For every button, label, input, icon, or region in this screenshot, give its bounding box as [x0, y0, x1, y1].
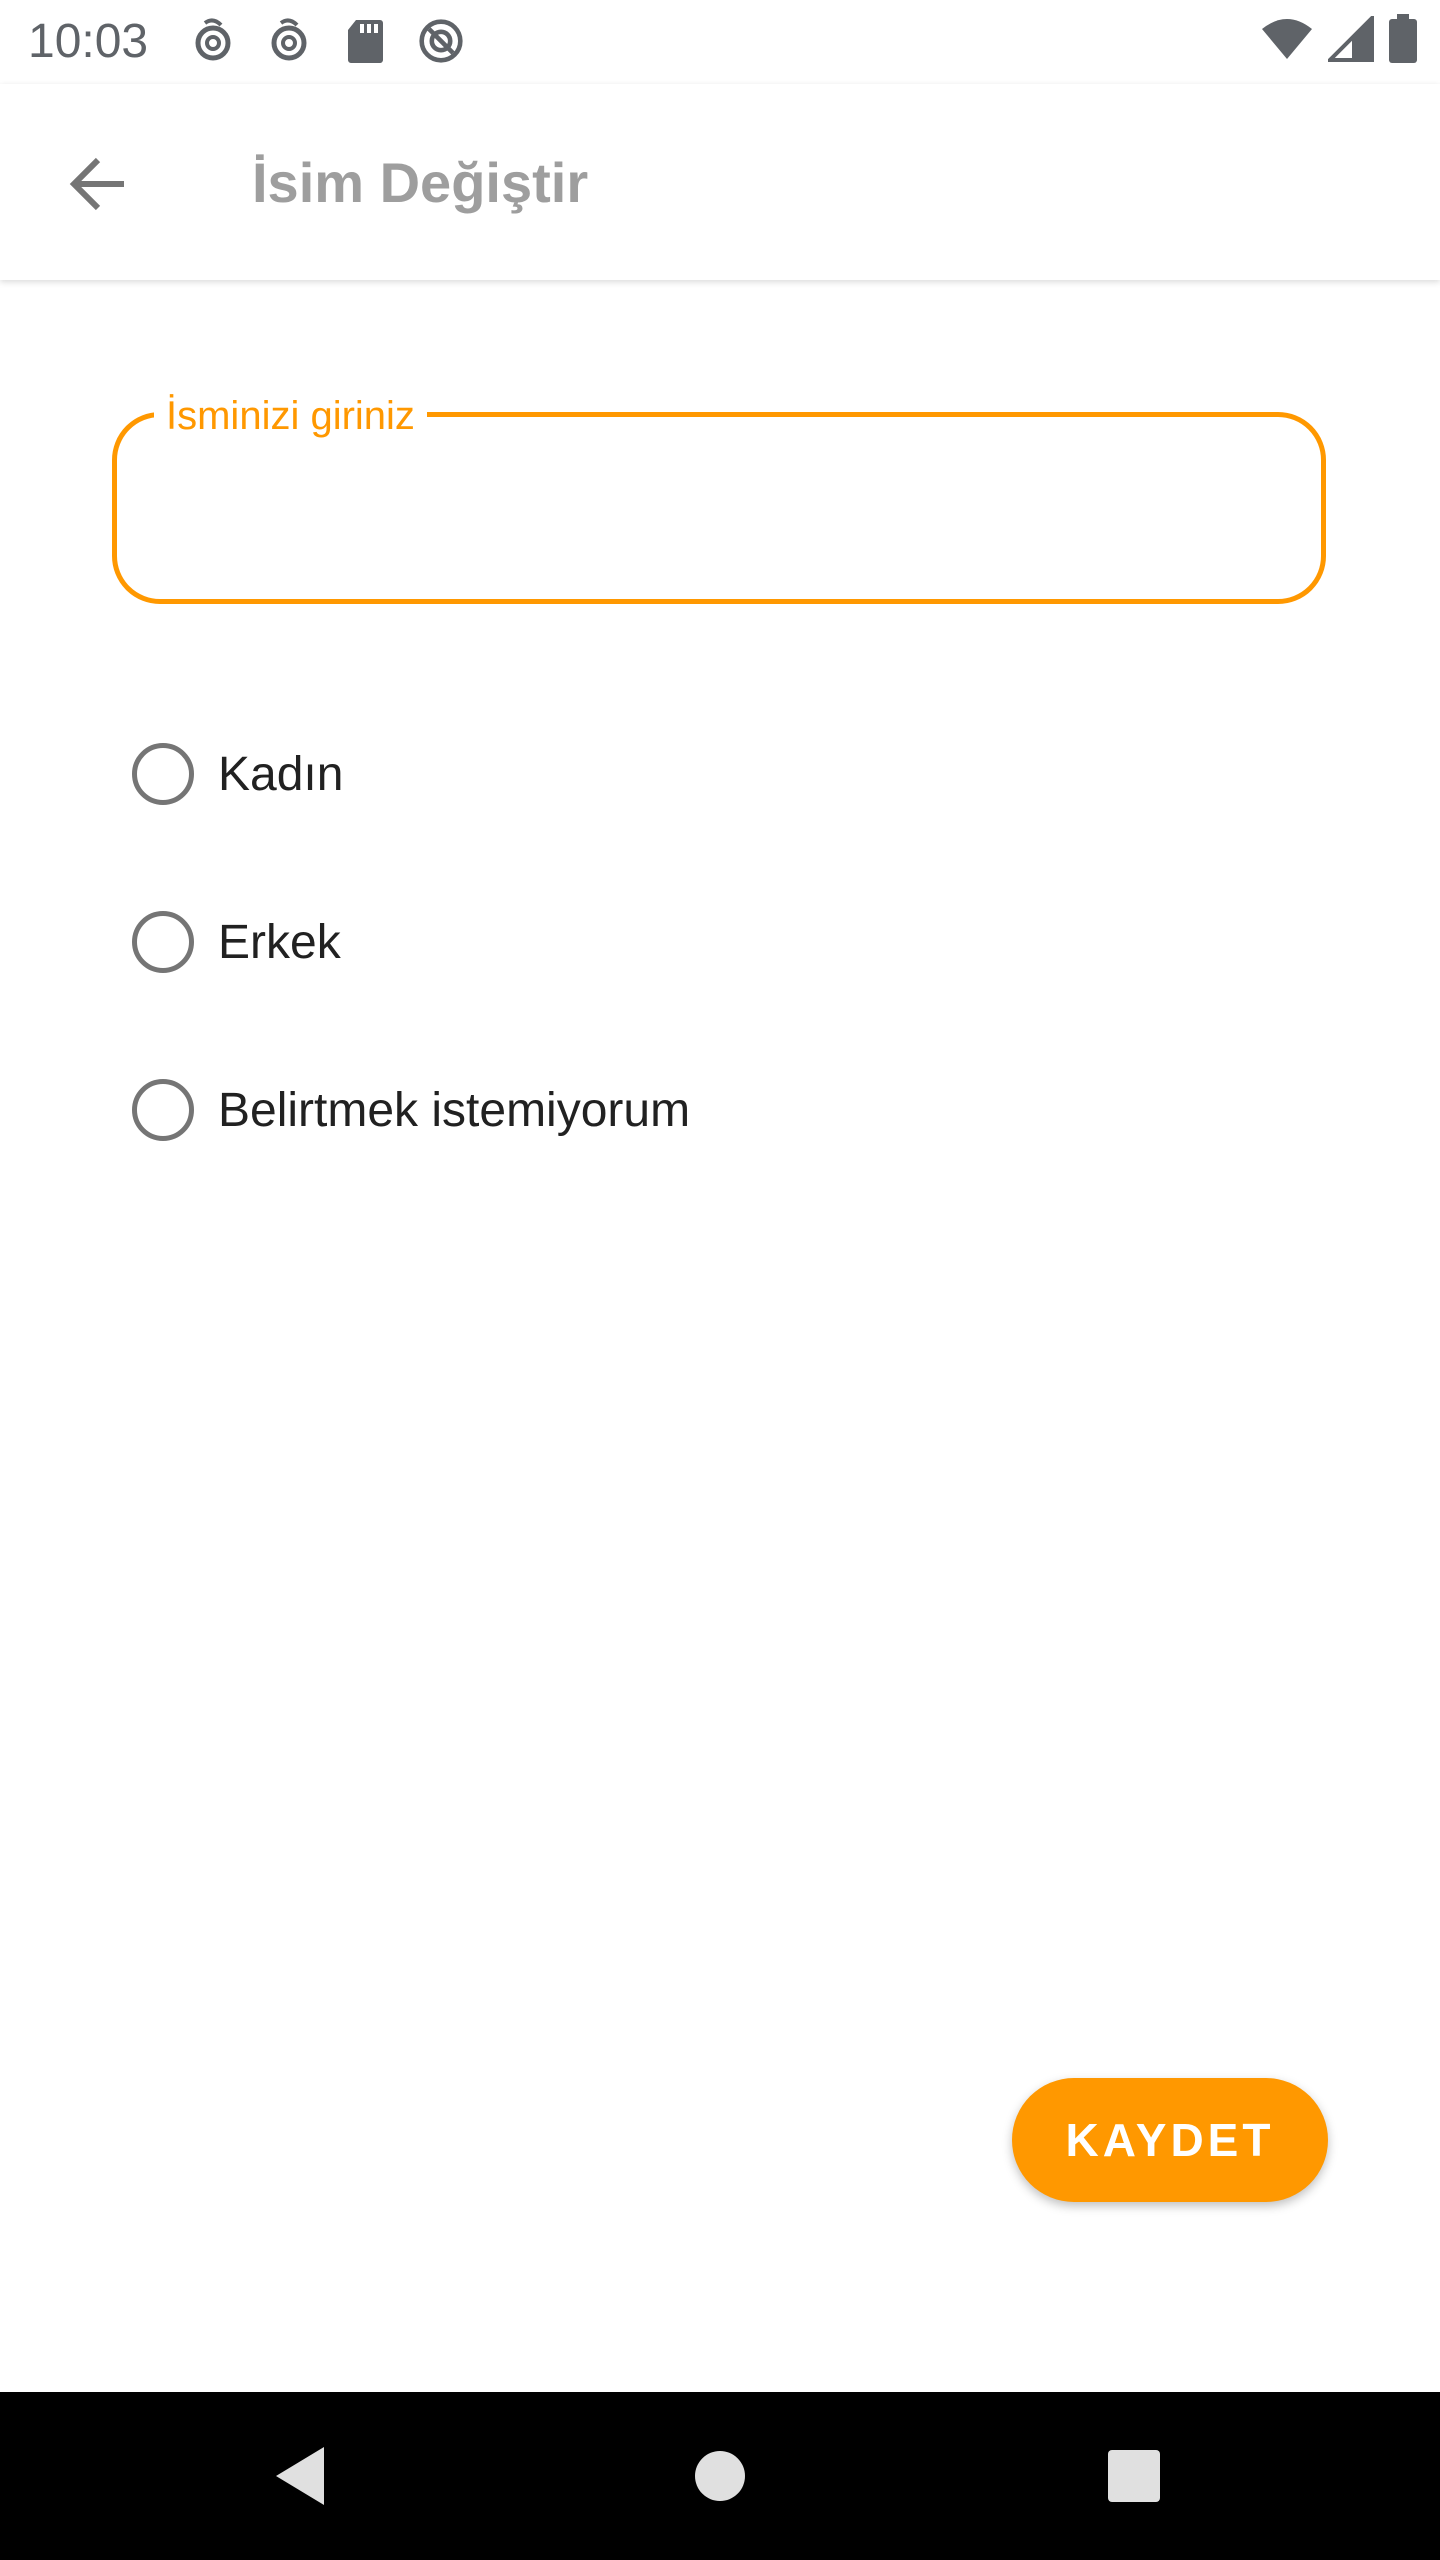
- system-nav-bar: [0, 2392, 1440, 2560]
- do-not-disturb-icon: [418, 14, 464, 68]
- nav-home-button[interactable]: [670, 2426, 770, 2526]
- save-button[interactable]: KAYDET: [1012, 2078, 1328, 2202]
- name-field-label: İsminizi giriniz: [154, 388, 427, 444]
- radio-label: Kadın: [218, 747, 344, 801]
- radio-label: Erkek: [218, 915, 341, 969]
- name-input[interactable]: [157, 457, 1281, 559]
- radio-label: Belirtmek istemiyorum: [218, 1083, 691, 1137]
- notification-icons: [190, 14, 464, 68]
- sd-card-icon: [342, 14, 388, 68]
- status-time: 10:03: [28, 15, 149, 68]
- radio-button[interactable]: [132, 1079, 194, 1141]
- radio-button[interactable]: [132, 743, 194, 805]
- battery-icon: [1388, 14, 1418, 69]
- at-sign-icon: [190, 14, 236, 68]
- app-bar: İsim Değiştir: [0, 84, 1440, 280]
- page-title: İsim Değiştir: [252, 151, 589, 214]
- system-icons: [1260, 13, 1418, 69]
- back-triangle-icon: [276, 2447, 324, 2505]
- nav-back-button[interactable]: [250, 2426, 350, 2526]
- status-bar: 10:03: [0, 0, 1440, 84]
- radio-option-unspecified[interactable]: Belirtmek istemiyorum: [126, 1062, 690, 1158]
- radio-option-male[interactable]: Erkek: [126, 894, 341, 990]
- radio-option-female[interactable]: Kadın: [126, 726, 343, 822]
- radio-button[interactable]: [132, 911, 194, 973]
- wifi-icon: [1260, 17, 1314, 66]
- at-sign-icon: [266, 14, 312, 68]
- nav-recents-button[interactable]: [1084, 2426, 1184, 2526]
- home-circle-icon: [695, 2451, 745, 2501]
- recents-square-icon: [1108, 2450, 1160, 2502]
- arrow-back-icon: [69, 157, 124, 211]
- back-button[interactable]: [50, 136, 146, 232]
- cellular-signal-icon: [1325, 13, 1374, 67]
